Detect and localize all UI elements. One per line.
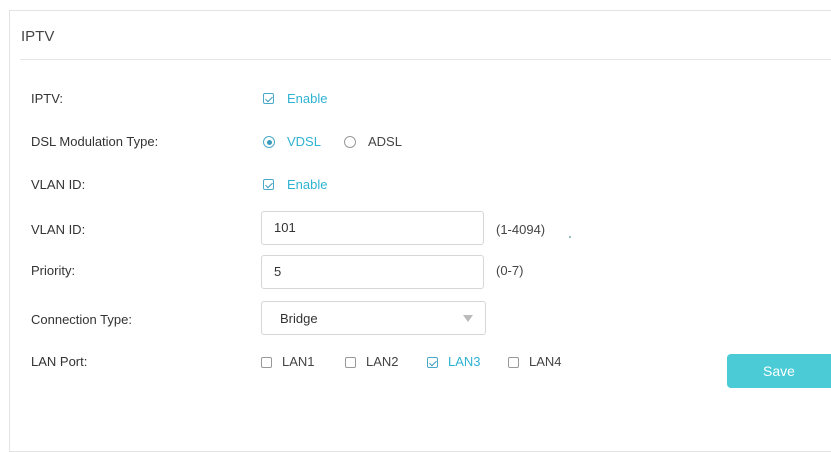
- iptv-enable-checkbox[interactable]: [263, 93, 274, 104]
- priority-label: Priority:: [31, 263, 76, 278]
- vdsl-radio[interactable]: [263, 136, 275, 148]
- title-divider: [20, 59, 831, 60]
- priority-input[interactable]: 5: [261, 255, 484, 289]
- vdsl-label[interactable]: VDSL: [287, 134, 321, 149]
- adsl-radio[interactable]: [344, 136, 356, 148]
- stray-dot: [569, 236, 571, 238]
- dsl-modulation-label: DSL Modulation Type:: [31, 134, 159, 149]
- priority-range-hint: (0-7): [496, 263, 524, 278]
- vlan-enable-label: VLAN ID:: [31, 177, 86, 192]
- lan3-label[interactable]: LAN3: [448, 354, 481, 369]
- lan2-label[interactable]: LAN2: [366, 354, 399, 369]
- lan-port-label: LAN Port:: [31, 354, 88, 369]
- vlan-id-label: VLAN ID:: [31, 222, 86, 237]
- lan3-checkbox[interactable]: [427, 357, 438, 368]
- save-button[interactable]: Save: [727, 354, 831, 388]
- panel-title: IPTV: [21, 28, 55, 45]
- lan4-checkbox[interactable]: [508, 357, 519, 368]
- vlan-id-range-hint: (1-4094): [496, 222, 546, 237]
- vlan-id-input[interactable]: 101: [261, 211, 484, 245]
- connection-type-value: Bridge: [280, 311, 318, 326]
- vlan-enable-option-label[interactable]: Enable: [287, 177, 327, 192]
- iptv-label: IPTV:: [31, 91, 64, 106]
- connection-type-label: Connection Type:: [31, 312, 132, 327]
- connection-type-select[interactable]: Bridge: [261, 301, 486, 335]
- lan1-label[interactable]: LAN1: [282, 354, 315, 369]
- lan2-checkbox[interactable]: [345, 357, 356, 368]
- adsl-label[interactable]: ADSL: [368, 134, 402, 149]
- chevron-down-icon: [463, 315, 473, 322]
- lan4-label[interactable]: LAN4: [529, 354, 562, 369]
- lan1-checkbox[interactable]: [261, 357, 272, 368]
- vlan-enable-checkbox[interactable]: [263, 179, 274, 190]
- iptv-enable-label[interactable]: Enable: [287, 91, 327, 106]
